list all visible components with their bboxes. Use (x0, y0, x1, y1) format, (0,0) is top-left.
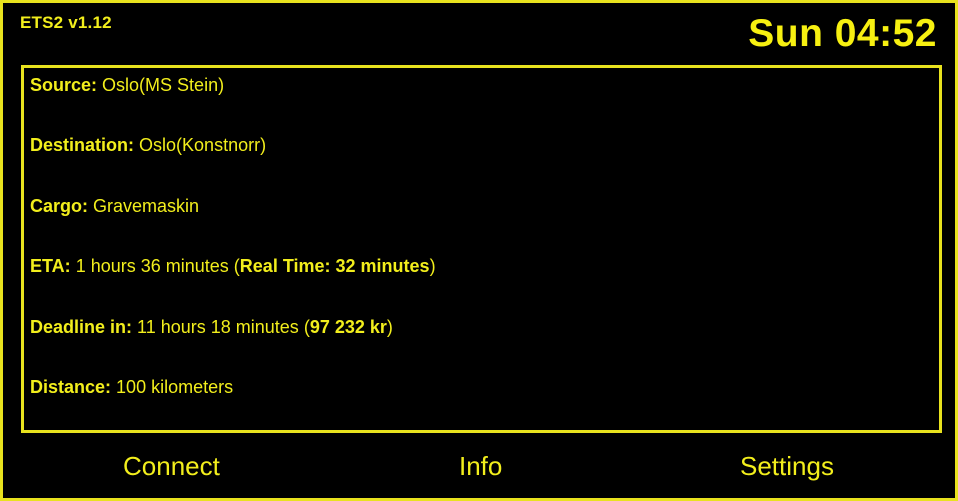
eta-paren-close: ) (429, 256, 436, 276)
connect-button[interactable]: Connect (123, 451, 220, 482)
deadline-value: 11 hours 18 minutes (137, 317, 299, 337)
job-info-panel: Source: Oslo(MS Stein) Destination: Oslo… (21, 65, 942, 433)
game-clock: Sun 04:52 (748, 12, 937, 55)
eta-row: ETA: 1 hours 36 minutes (Real Time: 32 m… (30, 256, 436, 277)
destination-row: Destination: Oslo(Konstnorr) (30, 135, 266, 156)
deadline-label: Deadline in: (30, 317, 133, 337)
distance-value: 100 kilometers (116, 377, 234, 397)
settings-button[interactable]: Settings (740, 451, 834, 482)
info-button[interactable]: Info (459, 451, 502, 482)
app-window: ETS2 v1.12 Sun 04:52 Source: Oslo(MS Ste… (0, 0, 958, 501)
source-label: Source: (30, 75, 98, 95)
income-value: 97 232 kr (309, 317, 387, 337)
destination-label: Destination: (30, 135, 135, 155)
eta-value: 1 hours 36 minutes (75, 256, 229, 276)
cargo-value: Gravemaskin (93, 196, 200, 216)
eta-label: ETA: (30, 256, 71, 276)
source-row: Source: Oslo(MS Stein) (30, 75, 224, 96)
real-time-label: Real Time: (239, 256, 331, 276)
app-title: ETS2 v1.12 (20, 13, 112, 32)
distance-row: Distance: 100 kilometers (30, 377, 233, 398)
deadline-paren-close: ) (386, 317, 393, 337)
real-time-value: 32 minutes (335, 256, 430, 276)
distance-label: Distance: (30, 377, 112, 397)
destination-value: Oslo(Konstnorr) (139, 135, 267, 155)
source-value: Oslo(MS Stein) (102, 75, 225, 95)
cargo-row: Cargo: Gravemaskin (30, 196, 199, 217)
cargo-label: Cargo: (30, 196, 88, 216)
deadline-row: Deadline in: 11 hours 18 minutes (97 232… (30, 317, 393, 338)
